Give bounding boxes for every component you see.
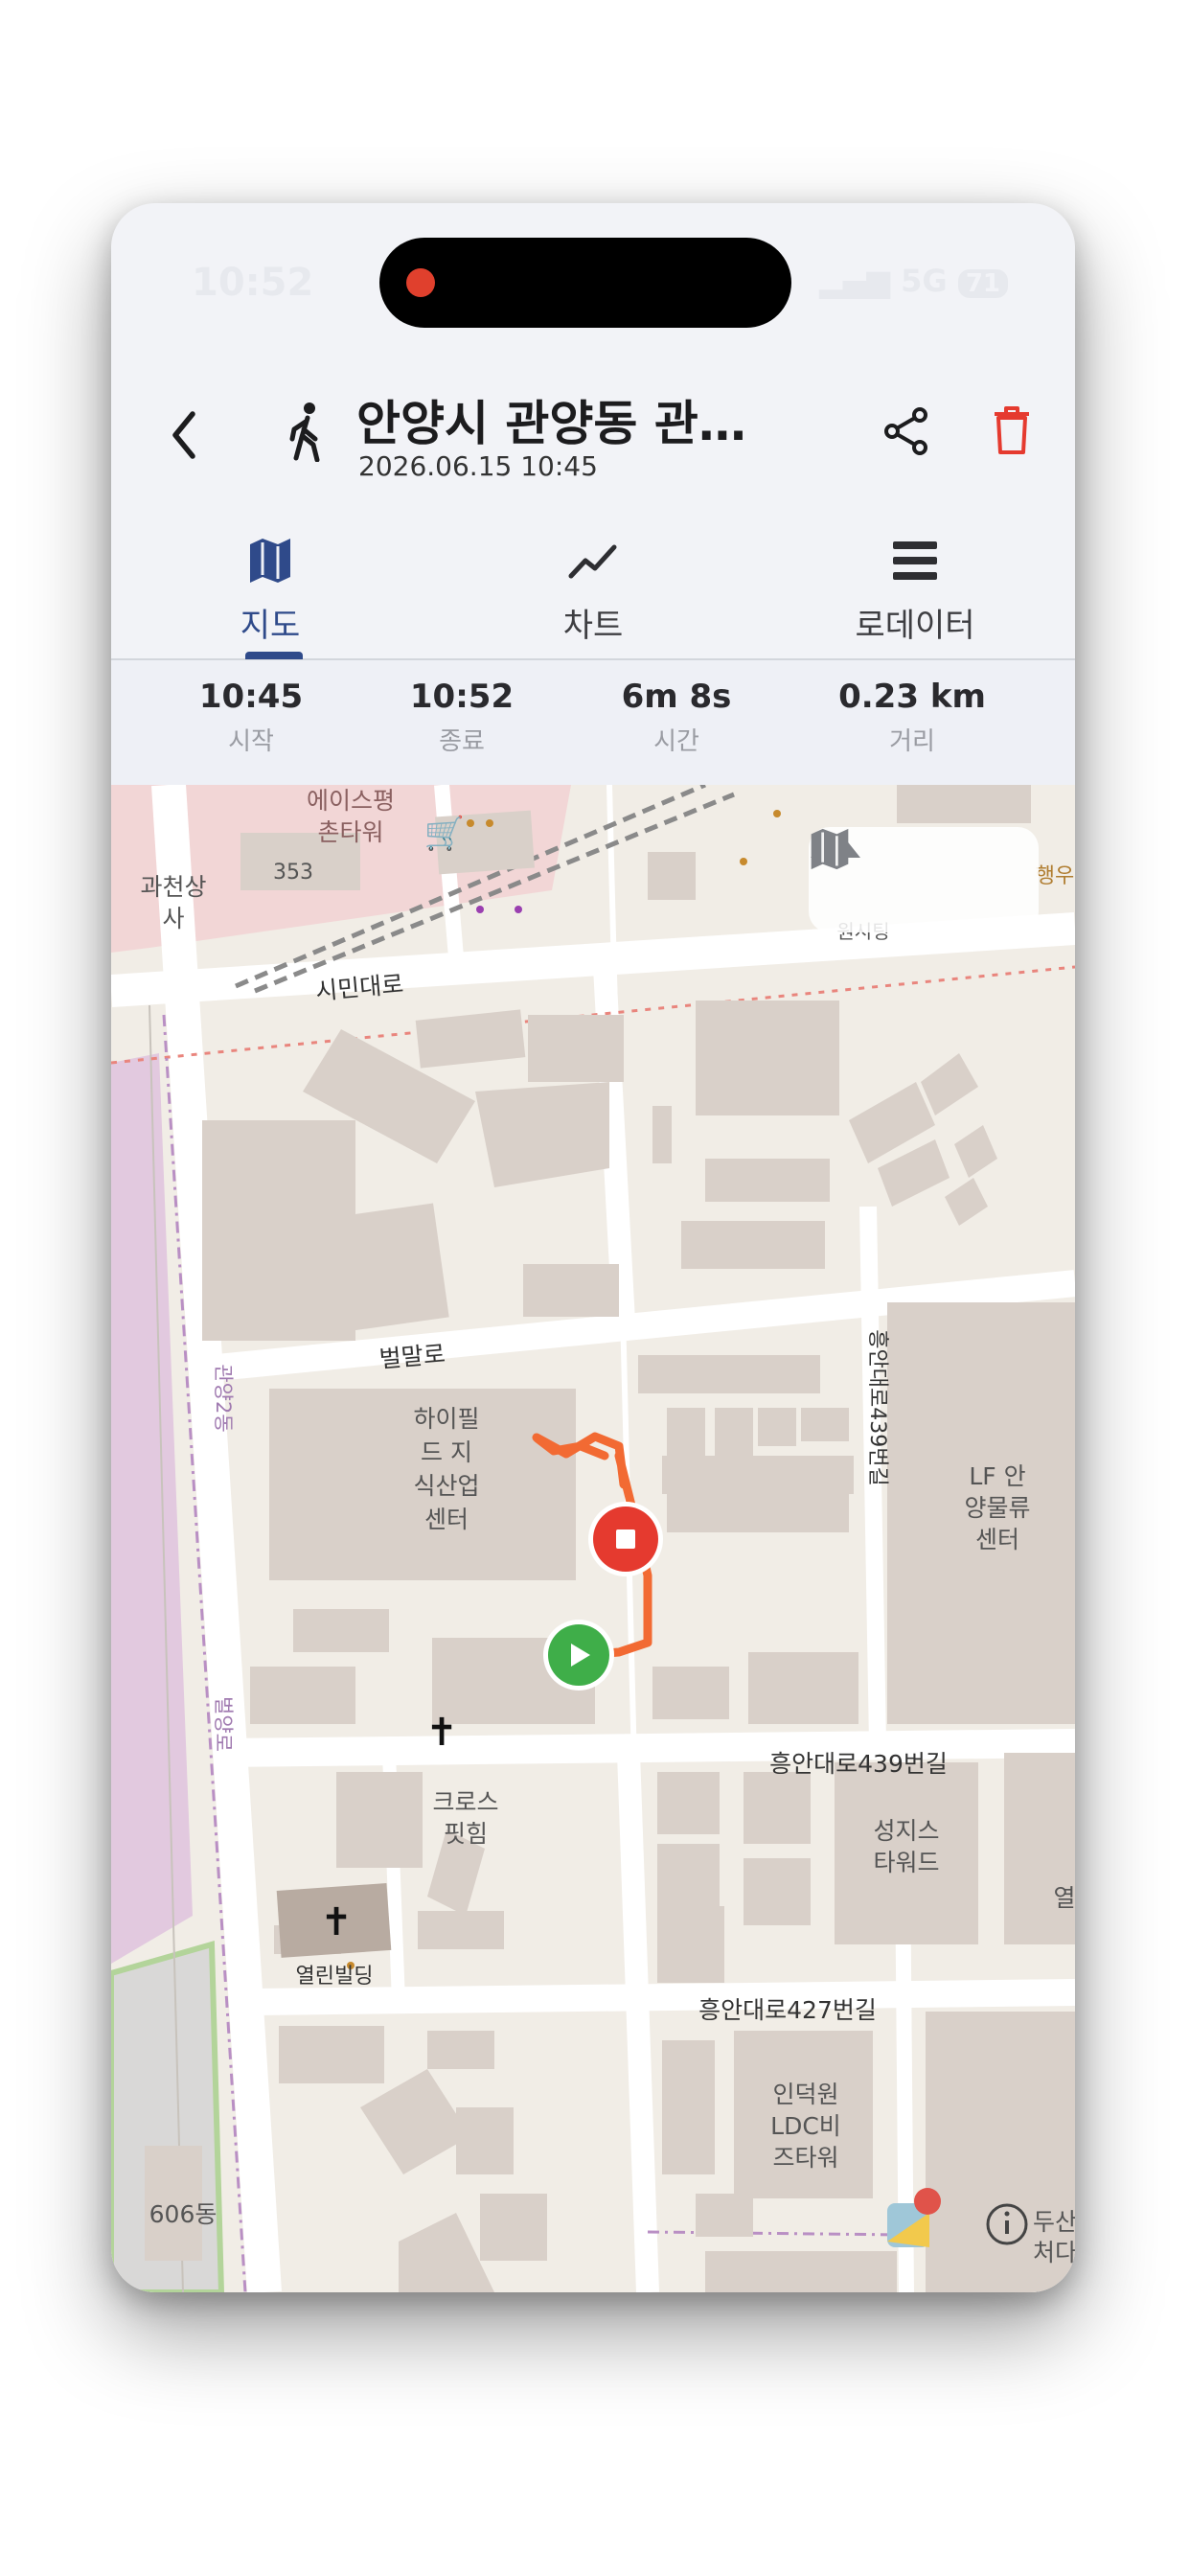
recording-indicator-icon (406, 268, 435, 297)
map-label: LDC비 (770, 2112, 841, 2140)
map-label: 처다 (1033, 2239, 1075, 2266)
tab-rawdata[interactable]: 로데이터 (800, 515, 1030, 658)
map-label: 식산업 (413, 1472, 479, 1500)
map-label: 하이필 (413, 1405, 479, 1433)
map-label: 센터 (424, 1506, 469, 1533)
map-icon (811, 828, 849, 870)
back-button[interactable] (151, 387, 218, 483)
stat-start-label: 시작 (228, 727, 274, 756)
shopping-cart-icon: 🛒 (424, 815, 465, 853)
map-label: 열린빌딩 (296, 1965, 374, 1989)
map-label: 타워드 (873, 1849, 939, 1876)
status-right: ▂▄▆ 5G 71 (819, 263, 1008, 299)
stat-duration-label: 시간 (653, 727, 699, 756)
map-label: 사 (162, 905, 184, 932)
stat-distance: 0.23 km 거리 (807, 678, 1018, 757)
map-label: 드 지 (421, 1438, 472, 1466)
status-bar: 10:52 ▂▄▆ 5G 71 (111, 203, 1075, 347)
list-icon (893, 541, 937, 580)
map-label: 606동 (149, 2200, 217, 2228)
stat-start-value: 10:45 (198, 678, 304, 716)
start-marker[interactable] (543, 1620, 614, 1690)
map-label: 성지스 (873, 1817, 939, 1845)
map-label: LF 안 (969, 1462, 1025, 1490)
tab-map[interactable]: 지도 (155, 515, 385, 658)
stat-end-label: 종료 (439, 727, 485, 756)
church-icon: ✝ (425, 1711, 458, 1755)
map-label: 촌타워 (317, 818, 383, 846)
map-label: 에이스평 (307, 787, 395, 815)
phone-screen: 10:52 ▂▄▆ 5G 71 안양시 관양동 관양… 2026.06.15 1… (111, 203, 1075, 2292)
map-label: 열 (1053, 1884, 1075, 1912)
stat-distance-label: 거리 (889, 727, 935, 756)
map-label: 핏힘 (444, 1820, 488, 1848)
share-button[interactable] (878, 402, 935, 460)
map-label: 흥안대로427번길 (698, 1996, 877, 2024)
chart-icon (568, 544, 617, 579)
chevron-left-icon (172, 411, 195, 459)
map-style-button[interactable] (811, 828, 1019, 918)
map-label: 행우 (1036, 864, 1074, 888)
route-map[interactable]: ✝ ✝ 🛒 에이스평 촌타워 353 과천상 사 시민대로 벌말로 관양2동 벌… (111, 785, 1075, 2292)
map-label: 인덕원 (772, 2081, 838, 2108)
map-icon (250, 539, 290, 583)
map-label: 벌양로 (212, 1696, 235, 1752)
page-title: 안양시 관양동 관양… (356, 396, 778, 451)
stat-start: 10:45 시작 (146, 678, 356, 757)
delete-button[interactable] (983, 399, 1041, 462)
map-label: 흥안대로439번길 (769, 1750, 948, 1778)
trash-icon (995, 406, 1029, 454)
map-label: 관양2동 (212, 1364, 235, 1432)
end-marker[interactable] (588, 1502, 663, 1576)
map-label: 양물류 (964, 1494, 1030, 1522)
view-tabs: 지도 차트 로데이터 (111, 515, 1075, 660)
signal-icon: ▂▄▆ (819, 263, 890, 299)
active-tab-indicator (245, 652, 303, 659)
stat-duration: 6m 8s 시간 (571, 678, 782, 757)
stat-duration-value: 6m 8s (621, 678, 732, 716)
map-label: 센터 (975, 1526, 1019, 1553)
dynamic-island (379, 238, 791, 328)
stat-distance-value: 0.23 km (838, 678, 986, 716)
map-label: 두산 (1033, 2208, 1075, 2236)
map-label: 즈타워 (772, 2144, 838, 2172)
stat-end-value: 10:52 (409, 678, 515, 716)
map-label: 크로스 (432, 1788, 498, 1816)
tab-chart[interactable]: 차트 (478, 515, 708, 658)
map-label: 흥안대로439번길 (865, 1329, 889, 1485)
map-label: 과천상 (140, 873, 206, 901)
map-type-controls (809, 827, 1039, 932)
map-label: 353 (273, 861, 313, 885)
tab-chart-label: 차트 (562, 607, 624, 645)
stop-icon (616, 1530, 635, 1549)
summary-stats: 10:45 시작 10:52 종료 6m 8s 시간 0.23 km 거리 (111, 660, 1075, 785)
battery-icon: 71 (957, 269, 1008, 298)
status-time: 10:52 (192, 261, 314, 305)
stat-end: 10:52 종료 (356, 678, 567, 757)
tab-rawdata-label: 로데이터 (855, 607, 975, 645)
record-datetime: 2026.06.15 10:45 (358, 450, 598, 482)
app-header: 안양시 관양동 관양… 2026.06.15 10:45 (111, 347, 1075, 539)
map-label: 벌말로 (378, 1340, 446, 1373)
tab-map-label: 지도 (240, 607, 301, 645)
share-icon (884, 407, 927, 455)
network-label: 5G (901, 263, 948, 299)
walking-icon (284, 393, 332, 470)
church-icon: ✝ (320, 1900, 353, 1944)
